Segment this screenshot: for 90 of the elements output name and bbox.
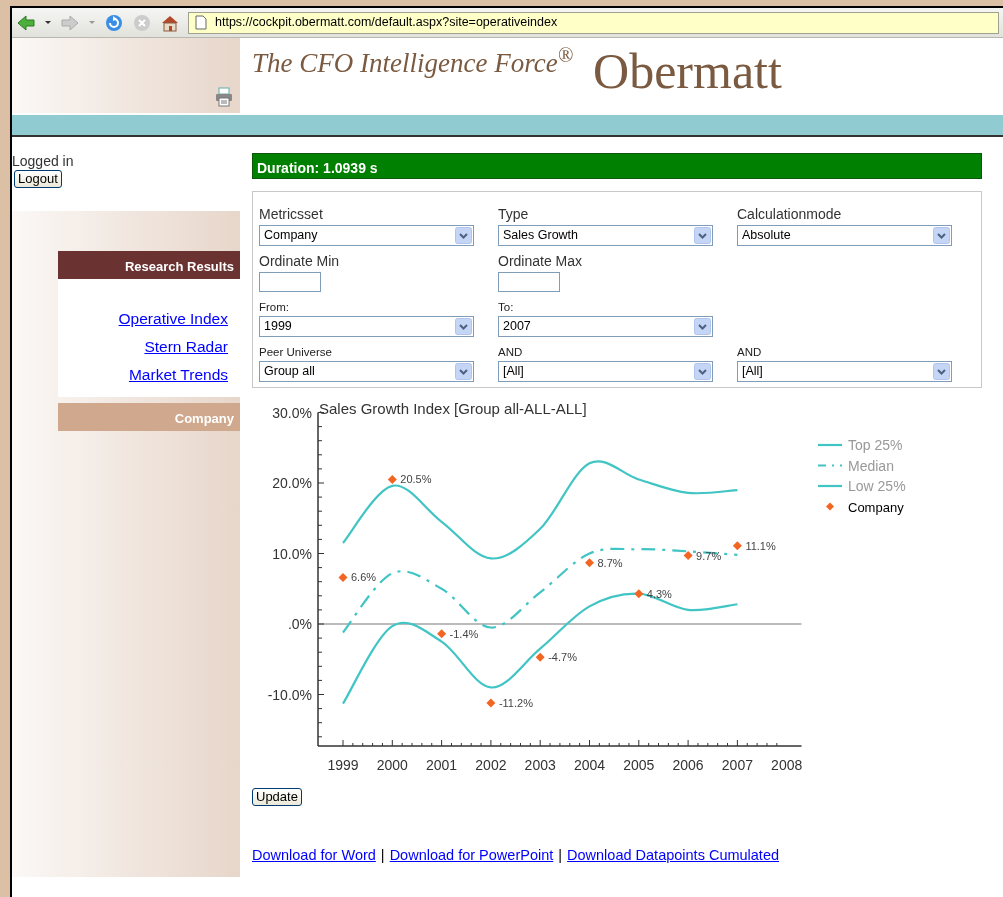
axis-label: 10.0% <box>272 545 312 562</box>
axis-label: 2005 <box>623 756 655 773</box>
data-point <box>486 698 496 708</box>
download-link[interactable]: Download for Word <box>252 844 376 867</box>
download-link[interactable]: Download Datapoints Cumulated <box>567 844 780 867</box>
axis-label: 20.0% <box>272 475 312 491</box>
axis-label: 2003 <box>524 756 556 773</box>
nav-link[interactable]: Market Trends <box>58 360 228 389</box>
axis-label: 1999 <box>327 756 359 773</box>
field-label: AND <box>737 345 763 360</box>
separator: | <box>380 845 385 865</box>
data-label: -11.2% <box>498 696 533 709</box>
brand-logo: Obermatt <box>593 46 782 96</box>
axis-label: 2004 <box>573 756 606 773</box>
data-label: 6.6% <box>351 571 377 584</box>
data-point <box>338 572 348 582</box>
nav-link[interactable]: Operative Index <box>58 304 228 333</box>
data-point <box>437 629 447 639</box>
axis-label: 2006 <box>672 756 704 773</box>
field-label: To: <box>498 300 515 315</box>
field-label: Metricsset <box>259 205 324 224</box>
data-point <box>634 589 644 599</box>
update-button[interactable]: Update <box>252 788 302 806</box>
axis-label: 2008 <box>771 756 803 773</box>
legend-swatch <box>826 502 834 511</box>
chevron-icon[interactable] <box>694 318 711 335</box>
axis-label: -10.0% <box>267 686 312 703</box>
section-header: Company <box>58 402 240 431</box>
dropdown[interactable]: Group all <box>259 361 474 382</box>
dropdown[interactable]: 2007 <box>498 316 713 337</box>
chevron-icon[interactable] <box>455 318 472 335</box>
data-label: 11.1% <box>745 539 776 552</box>
dropdown[interactable]: Sales Growth <box>498 225 713 246</box>
field-label: Type <box>498 205 530 224</box>
data-label: -1.4% <box>449 627 479 640</box>
axis-label: 2001 <box>426 756 458 773</box>
data-point <box>387 475 397 484</box>
axis-label: 2000 <box>376 756 408 773</box>
legend-swatch <box>818 464 842 467</box>
logout-button[interactable]: Logout <box>14 170 62 188</box>
login-status: Logged in <box>12 153 75 169</box>
data-label: 8.7% <box>597 556 623 569</box>
legend-label: Median <box>848 457 894 474</box>
field-label: Peer Universe <box>259 345 333 360</box>
legend-label: Company <box>848 499 904 515</box>
data-point <box>732 541 742 551</box>
data-label: 4.3% <box>646 587 672 600</box>
data-point <box>585 558 594 568</box>
field-label: Ordinate Max <box>498 252 584 271</box>
legend-swatch <box>818 443 842 447</box>
axis-label: .0% <box>287 616 312 632</box>
page-icon <box>195 15 207 30</box>
dropdown[interactable]: [All] <box>737 361 952 382</box>
input-field[interactable] <box>498 272 560 292</box>
chevron-icon[interactable] <box>933 363 950 380</box>
axis-label: 2007 <box>721 756 753 773</box>
address-bar[interactable]: https://cockpit.obermatt.com/default.aspx?site=operativeindex <box>188 11 999 34</box>
legend-swatch <box>818 484 842 488</box>
download-link[interactable]: Download for PowerPoint <box>389 844 554 867</box>
field-label: From: <box>259 300 291 315</box>
axis-label: 30.0% <box>272 404 312 421</box>
data-label: 9.7% <box>696 549 722 562</box>
legend-label: Low 25% <box>848 478 906 494</box>
data-label: 20.5% <box>400 473 432 486</box>
chart-title: Sales Growth Index [Group all-ALL-ALL] <box>319 399 587 417</box>
field-label: AND <box>498 345 524 360</box>
chevron-icon[interactable] <box>455 363 472 380</box>
separator: | <box>558 845 563 865</box>
nav-link[interactable]: Stern Radar <box>58 332 228 361</box>
refresh-icon[interactable] <box>104 12 124 33</box>
chevron-icon[interactable] <box>933 227 950 244</box>
dropdown[interactable]: 1999 <box>259 316 474 337</box>
dropdown[interactable]: Absolute <box>737 225 952 246</box>
dropdown[interactable]: [All] <box>498 361 713 382</box>
data-label: -4.7% <box>548 651 577 664</box>
chevron-icon[interactable] <box>694 227 711 244</box>
printer-icon[interactable] <box>214 87 234 107</box>
legend-label: Top 25% <box>848 437 903 453</box>
field-label: Calculationmode <box>737 205 843 224</box>
data-point <box>683 551 693 561</box>
duration-bar: Duration: 1.0939 s <box>252 153 982 179</box>
back-arrow-icon[interactable] <box>16 12 36 33</box>
field-label: Ordinate Min <box>259 252 341 271</box>
dropdown[interactable]: Company <box>259 225 474 246</box>
chevron-icon[interactable] <box>455 227 472 244</box>
axis-label: 2002 <box>475 756 507 773</box>
data-point <box>535 652 545 662</box>
input-field[interactable] <box>259 272 321 292</box>
chevron-icon[interactable] <box>694 363 711 380</box>
section-header: Research Results <box>58 250 240 279</box>
